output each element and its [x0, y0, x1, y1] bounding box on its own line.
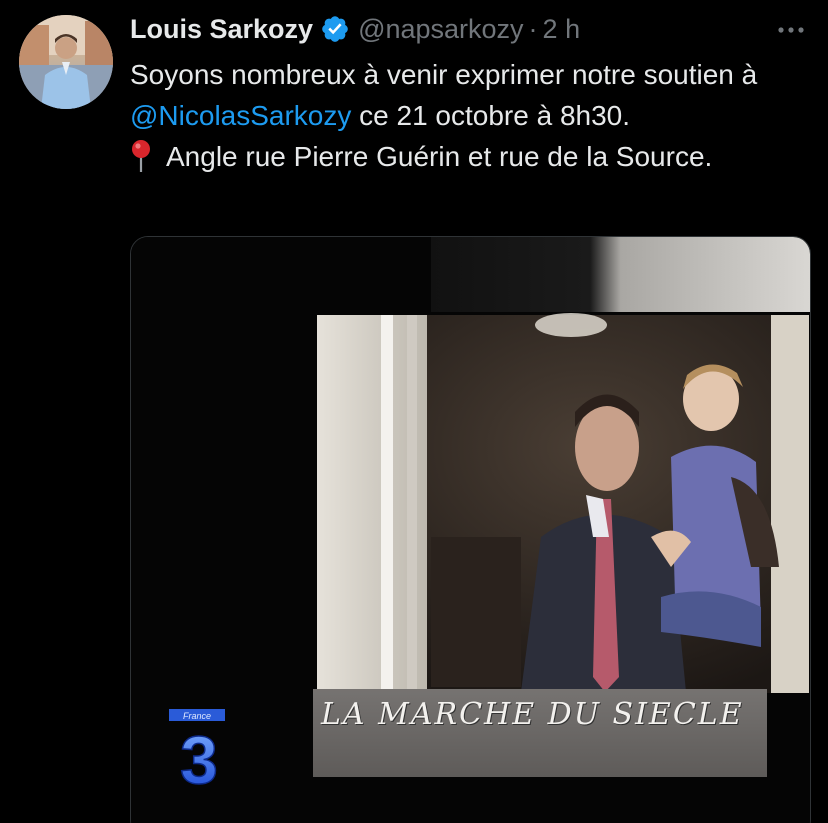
author-handle[interactable]: @napsarkozy: [358, 14, 523, 45]
verified-badge-icon[interactable]: [320, 14, 350, 44]
video-media[interactable]: LA MARCHE DU SIECLE France 3: [130, 236, 811, 823]
svg-text:3: 3: [180, 722, 218, 787]
france3-logo-icon: France 3: [169, 709, 225, 787]
video-caption: LA MARCHE DU SIECLE: [321, 697, 744, 732]
tweet-text: Soyons nombreux à venir exprimer notre s…: [130, 54, 810, 177]
avatar[interactable]: [19, 15, 113, 109]
tweet: Louis Sarkozy @napsarkozy · 2 h Soyons n…: [0, 0, 828, 823]
separator-dot: ·: [528, 13, 538, 44]
tweet-text-part1: Soyons nombreux à venir exprimer notre s…: [130, 59, 758, 90]
tweet-text-part2: ce 21 octobre à 8h30.: [351, 100, 631, 131]
more-options-icon[interactable]: [776, 22, 806, 33]
display-name[interactable]: Louis Sarkozy: [130, 14, 313, 45]
tweet-header: Louis Sarkozy @napsarkozy · 2 h: [130, 12, 580, 46]
svg-text:France: France: [183, 711, 211, 721]
location-text: Angle rue Pierre Guérin et rue de la Sou…: [166, 141, 713, 172]
timestamp[interactable]: 2 h: [543, 14, 581, 45]
round-pushpin-icon: [130, 139, 152, 173]
mention-link[interactable]: @NicolasSarkozy: [130, 100, 351, 131]
